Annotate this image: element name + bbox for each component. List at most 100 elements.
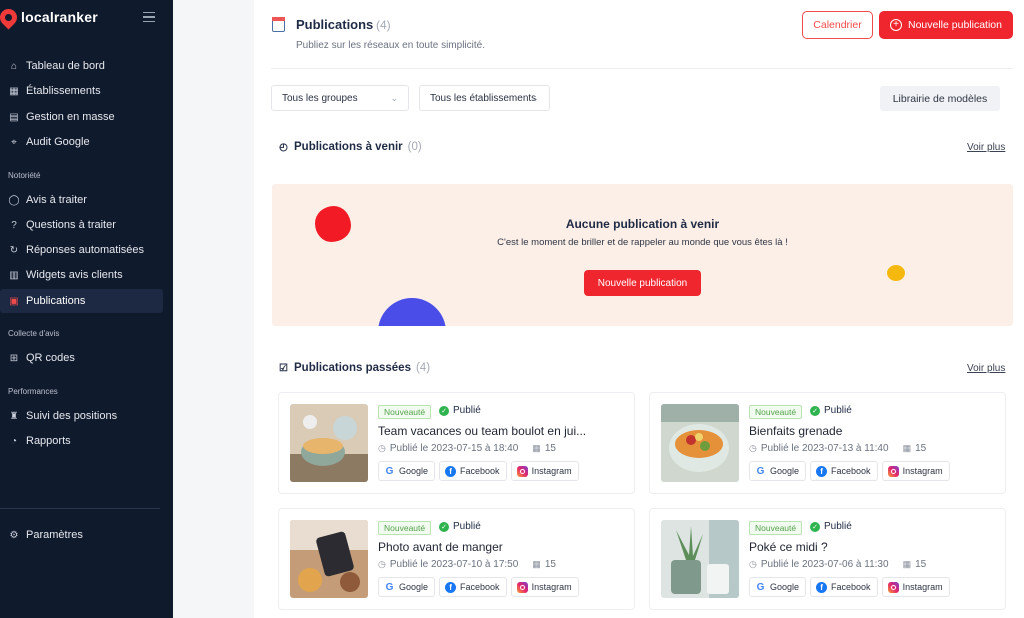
publication-card[interactable]: Nouveauté ✓ Publié Photo avant de manger …	[278, 508, 635, 610]
check-circle-icon: ✓	[810, 405, 820, 416]
sidebar: localranker ⌂ Tableau de bord ▦ Établiss…	[0, 0, 173, 618]
instagram-icon	[516, 465, 528, 477]
qr-icon: ⊞	[9, 352, 19, 364]
sidebar-item-label: Tableau de bord	[26, 60, 105, 72]
clock-icon: ◷	[378, 559, 386, 569]
question-chat-icon: ?	[11, 219, 17, 231]
empty-state-title: Aucune publication à venir	[565, 217, 720, 231]
chevron-down-icon: ⌄	[531, 93, 539, 103]
new-badge: Nouveauté	[378, 405, 432, 419]
instagram-icon	[516, 581, 528, 593]
empty-new-publication-button[interactable]: Nouvelle publication	[584, 270, 701, 296]
sidebar-item-audit-google[interactable]: ⌖ Audit Google	[0, 130, 163, 154]
network-label: Google	[770, 582, 800, 592]
network-chips: G Google f Facebook Instagram	[378, 461, 579, 481]
sidebar-item-qr-codes[interactable]: ⊞ QR codes	[0, 346, 163, 370]
chevron-down-icon: ⌄	[390, 93, 398, 103]
section-label-performances: Performances	[8, 387, 58, 396]
network-chip-instagram: Instagram	[510, 461, 579, 481]
network-label: Google	[399, 466, 429, 476]
publication-title: Photo avant de manger	[378, 540, 503, 554]
upcoming-section-title: ◴ Publications à venir (0)	[278, 141, 422, 153]
page-subtitle: Publiez sur les réseaux en toute simplic…	[296, 40, 485, 51]
sidebar-divider	[0, 508, 160, 509]
establishments-select[interactable]: Tous les établissements ⌄	[419, 85, 550, 111]
google-icon: G	[756, 465, 765, 477]
sidebar-item-label: Publications	[26, 295, 86, 307]
status-badge: ✓ Publié	[439, 521, 481, 532]
sidebar-item-label: Audit Google	[26, 136, 90, 148]
decorative-yellow-dot	[887, 265, 905, 281]
network-chip-facebook: f Facebook	[439, 577, 507, 597]
brand[interactable]: localranker	[0, 5, 173, 30]
sidebar-item-label: Widgets avis clients	[26, 269, 123, 281]
past-count: (4)	[415, 362, 431, 374]
sidebar-item-label: Paramètres	[26, 529, 83, 541]
publication-card[interactable]: Nouveauté ✓ Publié Bienfaits grenade ◷ Pu…	[649, 392, 1006, 494]
decorative-blue-circle	[378, 298, 446, 326]
status-label: Publié	[824, 405, 852, 416]
status-badge: ✓ Publié	[810, 521, 852, 532]
sidebar-item-tableau-de-bord[interactable]: ⌂ Tableau de bord	[0, 54, 163, 78]
google-icon: G	[385, 581, 394, 593]
network-label: Instagram	[902, 466, 943, 476]
status-badge: ✓ Publié	[439, 405, 481, 416]
chart-icon: ◔	[10, 435, 18, 447]
network-label: Google	[770, 466, 800, 476]
upcoming-empty-state: Aucune publication à venir C'est le mome…	[272, 184, 1013, 326]
sidebar-item-questions[interactable]: ? Questions à traiter	[0, 213, 163, 237]
network-label: Instagram	[531, 466, 572, 476]
publication-date: Publié le 2023-07-13 à 11:40	[760, 443, 889, 454]
auto-reply-icon: ↻	[9, 244, 19, 256]
upcoming-count: (0)	[407, 141, 422, 153]
instagram-icon	[887, 465, 899, 477]
sidebar-item-label: Avis à traiter	[26, 194, 87, 206]
building-icon: ▦	[9, 85, 19, 97]
publication-title: Team vacances ou team boulot en jui...	[378, 424, 587, 438]
sidebar-item-avis[interactable]: ◯ Avis à traiter	[0, 188, 163, 212]
publication-card[interactable]: Nouveauté ✓ Publié Poké ce midi ? ◷ Publi…	[649, 508, 1006, 610]
groups-select[interactable]: Tous les groupes ⌄	[271, 85, 409, 111]
sidebar-item-publications[interactable]: ▣ Publications	[0, 289, 163, 313]
publication-thumbnail	[290, 404, 368, 482]
google-icon: G	[756, 581, 765, 593]
new-publication-label: Nouvelle publication	[908, 19, 1002, 31]
calendar-button[interactable]: Calendrier	[802, 11, 873, 39]
past-see-more-link[interactable]: Voir plus	[967, 363, 1005, 374]
publication-meta: ◷ Publié le 2023-07-15 à 18:40 ▦ 15	[378, 443, 556, 454]
upcoming-see-more-link[interactable]: Voir plus	[967, 142, 1005, 153]
sidebar-item-parametres[interactable]: ⚙ Paramètres	[0, 523, 163, 547]
facebook-icon: f	[445, 581, 457, 593]
chat-icon: ◯	[8, 194, 20, 206]
status-label: Publié	[453, 521, 481, 532]
publication-date: Publié le 2023-07-06 à 11:30	[760, 559, 889, 570]
menu-toggle-icon[interactable]	[143, 12, 155, 22]
sidebar-item-label: Suivi des positions	[26, 410, 118, 422]
new-publication-button[interactable]: + Nouvelle publication	[879, 11, 1013, 39]
publication-date: Publié le 2023-07-10 à 17:50	[389, 559, 519, 570]
network-chip-google: G Google	[378, 577, 436, 597]
page-title: Publications	[296, 17, 374, 32]
home-icon: ⌂	[10, 60, 18, 72]
instagram-icon	[887, 581, 899, 593]
publication-thumbnail	[661, 404, 739, 482]
brand-name: localranker	[21, 9, 98, 25]
sidebar-item-suivi-positions[interactable]: ♜ Suivi des positions	[0, 404, 163, 428]
trophy-icon: ♜	[9, 410, 19, 422]
publication-card[interactable]: Nouveauté ✓ Publié Team vacances ou team …	[278, 392, 635, 494]
network-chip-google: G Google	[749, 577, 807, 597]
page-gutter	[173, 0, 254, 618]
new-badge: Nouveauté	[378, 521, 432, 535]
template-library-button[interactable]: Librairie de modèles	[880, 86, 1000, 111]
sidebar-item-rapports[interactable]: ◔ Rapports	[0, 429, 163, 453]
clock-icon: ◷	[749, 443, 757, 453]
plus-circle-icon: +	[890, 19, 902, 31]
sidebar-item-etablissements[interactable]: ▦ Établissements	[0, 79, 163, 103]
sidebar-item-reponses-automatisees[interactable]: ↻ Réponses automatisées	[0, 238, 163, 262]
sidebar-item-widgets[interactable]: ▥ Widgets avis clients	[0, 263, 163, 287]
establishment-count: 15	[915, 559, 927, 570]
publication-thumbnail	[661, 520, 739, 598]
status-badge: ✓ Publié	[810, 405, 852, 416]
main-content: Publications (4) Publiez sur les réseaux…	[254, 0, 1024, 618]
sidebar-item-gestion-en-masse[interactable]: ▤ Gestion en masse	[0, 105, 163, 129]
